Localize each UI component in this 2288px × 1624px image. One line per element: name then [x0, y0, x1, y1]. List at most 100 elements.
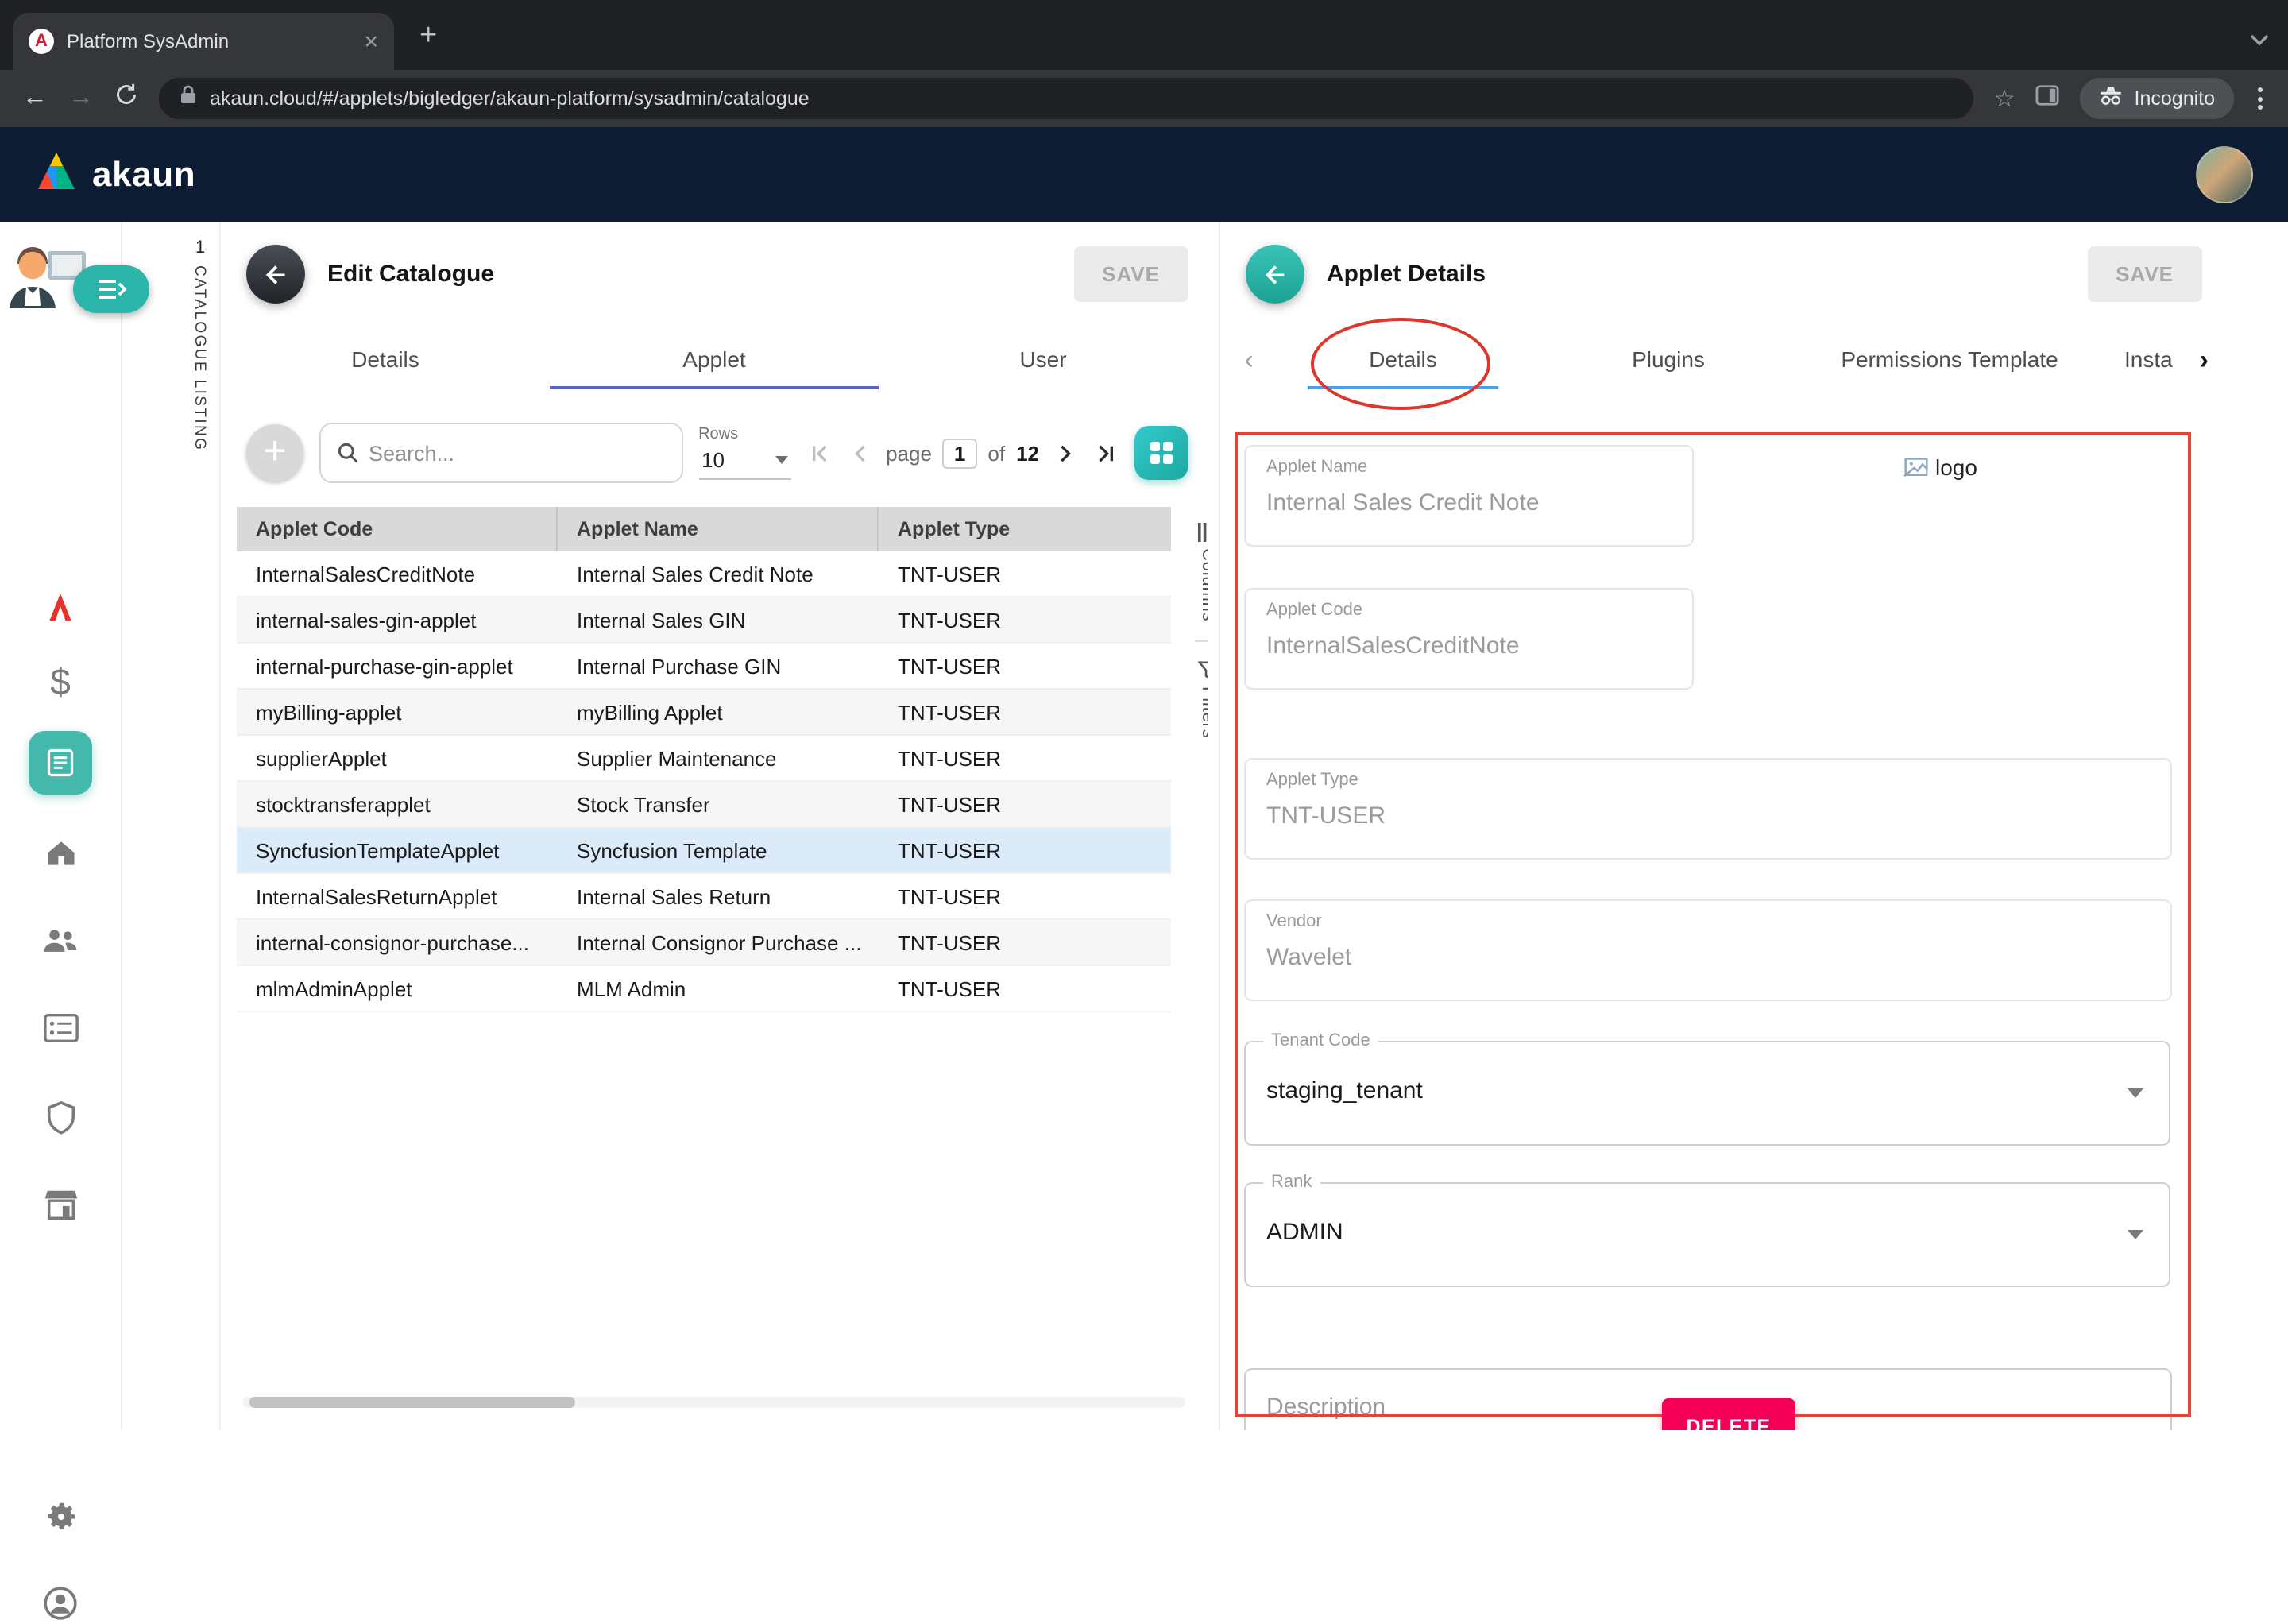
tabs-scroll-left-icon[interactable]: ‹	[1230, 346, 1268, 373]
back-button[interactable]: ←	[22, 86, 48, 111]
tab-user[interactable]: User	[879, 329, 1208, 389]
grid-view-button[interactable]	[1134, 426, 1188, 480]
tab-search-chevron-icon[interactable]	[2250, 25, 2269, 54]
tab-installation-truncated[interactable]: Insta	[2124, 329, 2197, 389]
tenant-code-label: Tenant Code	[1263, 1031, 1378, 1050]
browser-menu-icon[interactable]	[2255, 84, 2266, 113]
sidebar-item-billing[interactable]: $	[40, 661, 81, 702]
tabs-scroll-right-icon[interactable]: ›	[2200, 346, 2209, 373]
rank-value: ADMIN	[1266, 1219, 1343, 1246]
applet-code-field[interactable]: Applet Code InternalSalesCreditNote	[1244, 588, 1694, 690]
panel-header: Edit Catalogue SAVE	[221, 222, 1208, 304]
tab-details[interactable]: Details	[221, 329, 550, 389]
url-bar[interactable]: akaun.cloud/#/applets/bigledger/akaun-pl…	[159, 78, 1973, 119]
rail-label: 1 CATALOGUE LISTING	[184, 238, 216, 451]
table-row[interactable]: internal-consignor-purchase... Internal …	[237, 920, 1171, 966]
applet-code-value: InternalSalesCreditNote	[1266, 632, 1520, 659]
description-placeholder: Description	[1266, 1394, 1386, 1421]
table-row[interactable]: InternalSalesCreditNote Internal Sales C…	[237, 551, 1171, 597]
incognito-badge: Incognito	[2081, 78, 2234, 119]
current-page[interactable]: 1	[943, 438, 976, 468]
table-row[interactable]: mlmAdminApplet MLM Admin TNT-USER	[237, 966, 1171, 1012]
bookmark-star-icon[interactable]: ☆	[1994, 87, 2016, 110]
column-header-applet-type[interactable]: Applet Type	[879, 507, 1171, 551]
brand-name: akaun	[92, 154, 195, 195]
sidebar: $	[0, 222, 122, 1430]
first-page-button[interactable]	[806, 439, 835, 467]
user-avatar[interactable]	[2196, 146, 2253, 203]
save-button-right[interactable]: SAVE	[2087, 246, 2202, 302]
tab-close-icon[interactable]: ×	[364, 29, 378, 53]
chevron-down-icon	[2128, 1088, 2143, 1098]
add-button[interactable]: +	[246, 424, 303, 481]
applet-name-field[interactable]: Applet Name Internal Sales Credit Note	[1244, 445, 1694, 547]
table-row[interactable]: internal-sales-gin-applet Internal Sales…	[237, 597, 1171, 644]
gear-icon	[42, 1498, 79, 1534]
applet-type-label: Applet Type	[1266, 771, 1358, 790]
lock-icon	[180, 84, 197, 113]
table-row[interactable]: stocktransferapplet Stock Transfer TNT-U…	[237, 782, 1171, 828]
table-side-tools: Columns Filters	[1190, 507, 1208, 739]
sidebar-item-users[interactable]	[40, 920, 81, 961]
back-button-details[interactable]	[1246, 245, 1304, 304]
edit-catalogue-panel: Edit Catalogue SAVE Details Applet User …	[219, 222, 1208, 1430]
save-button-left[interactable]: SAVE	[1073, 246, 1188, 302]
url-text: akaun.cloud/#/applets/bigledger/akaun-pl…	[210, 87, 810, 110]
rank-label: Rank	[1263, 1173, 1320, 1192]
table-row[interactable]: supplierApplet Supplier Maintenance TNT-…	[237, 736, 1171, 782]
sidebar-item-catalogue-active[interactable]	[29, 731, 92, 795]
table-controls: + Rows 10 page 1 o	[221, 421, 1208, 485]
vendor-label: Vendor	[1266, 912, 1322, 931]
side-panel-icon[interactable]	[2036, 83, 2060, 114]
tab-details-right[interactable]: Details	[1308, 329, 1498, 389]
column-header-applet-code[interactable]: Applet Code	[237, 507, 558, 551]
sidebar-item-red-app[interactable]	[40, 586, 81, 628]
column-header-applet-name[interactable]: Applet Name	[558, 507, 879, 551]
new-tab-button[interactable]: +	[419, 21, 437, 51]
sidebar-toggle-button[interactable]	[73, 265, 149, 313]
applet-type-field[interactable]: Applet Type TNT-USER	[1244, 758, 2172, 860]
columns-tool-button[interactable]: Columns	[1198, 548, 1208, 621]
menu-icon	[95, 278, 127, 300]
table-row-selected[interactable]: SyncfusionTemplateApplet Syncfusion Temp…	[237, 828, 1171, 874]
browser-tab[interactable]: A Platform SysAdmin ×	[13, 13, 394, 70]
next-page-button[interactable]	[1050, 439, 1079, 467]
users-icon	[41, 925, 79, 957]
reload-button[interactable]	[114, 83, 138, 114]
applet-name-value: Internal Sales Credit Note	[1266, 489, 1540, 516]
table-row[interactable]: internal-purchase-gin-applet Internal Pu…	[237, 644, 1171, 690]
delete-button[interactable]: DELETE	[1662, 1398, 1795, 1430]
last-page-button[interactable]	[1090, 439, 1119, 467]
back-button-catalogue[interactable]	[246, 245, 305, 304]
search-icon	[337, 442, 359, 464]
table-row[interactable]: myBilling-applet myBilling Applet TNT-US…	[237, 690, 1171, 736]
filter-icon	[1197, 661, 1208, 680]
vendor-value: Wavelet	[1266, 944, 1351, 971]
rail-index: 1	[184, 238, 216, 257]
tab-permissions-template[interactable]: Permissions Template	[1783, 329, 2116, 389]
horizontal-scrollbar[interactable]	[243, 1397, 1185, 1408]
columns-icon	[1198, 523, 1208, 542]
scrollbar-thumb[interactable]	[249, 1397, 575, 1408]
applet-details-panel: Applet Details SAVE ‹ Details Plugins Pe…	[1219, 222, 2221, 1430]
sidebar-item-security[interactable]	[40, 1096, 81, 1138]
tab-applet[interactable]: Applet	[550, 329, 879, 389]
rows-per-page[interactable]: Rows 10	[698, 426, 790, 480]
sidebar-item-store[interactable]	[40, 1184, 81, 1225]
applet-name-label: Applet Name	[1266, 458, 1367, 477]
of-word: of	[987, 441, 1005, 465]
vendor-field[interactable]: Vendor Wavelet	[1244, 899, 2172, 1001]
forward-button[interactable]: →	[68, 86, 94, 111]
sidebar-item-records[interactable]	[40, 1007, 81, 1049]
sidebar-item-settings[interactable]	[40, 1495, 81, 1537]
filters-tool-button[interactable]: Filters	[1198, 686, 1208, 739]
sidebar-item-home[interactable]	[40, 833, 81, 874]
screen: A Platform SysAdmin × + ← → akaun.cloud/…	[0, 0, 2288, 1430]
search-input[interactable]	[369, 441, 665, 465]
tenant-code-select[interactable]: Tenant Code staging_tenant	[1244, 1041, 2170, 1146]
prev-page-button[interactable]	[846, 439, 875, 467]
rank-select[interactable]: Rank ADMIN	[1244, 1182, 2170, 1287]
tab-plugins[interactable]: Plugins	[1573, 329, 1764, 389]
table-row[interactable]: InternalSalesReturnApplet Internal Sales…	[237, 874, 1171, 920]
sidebar-item-profile[interactable]	[40, 1583, 81, 1624]
